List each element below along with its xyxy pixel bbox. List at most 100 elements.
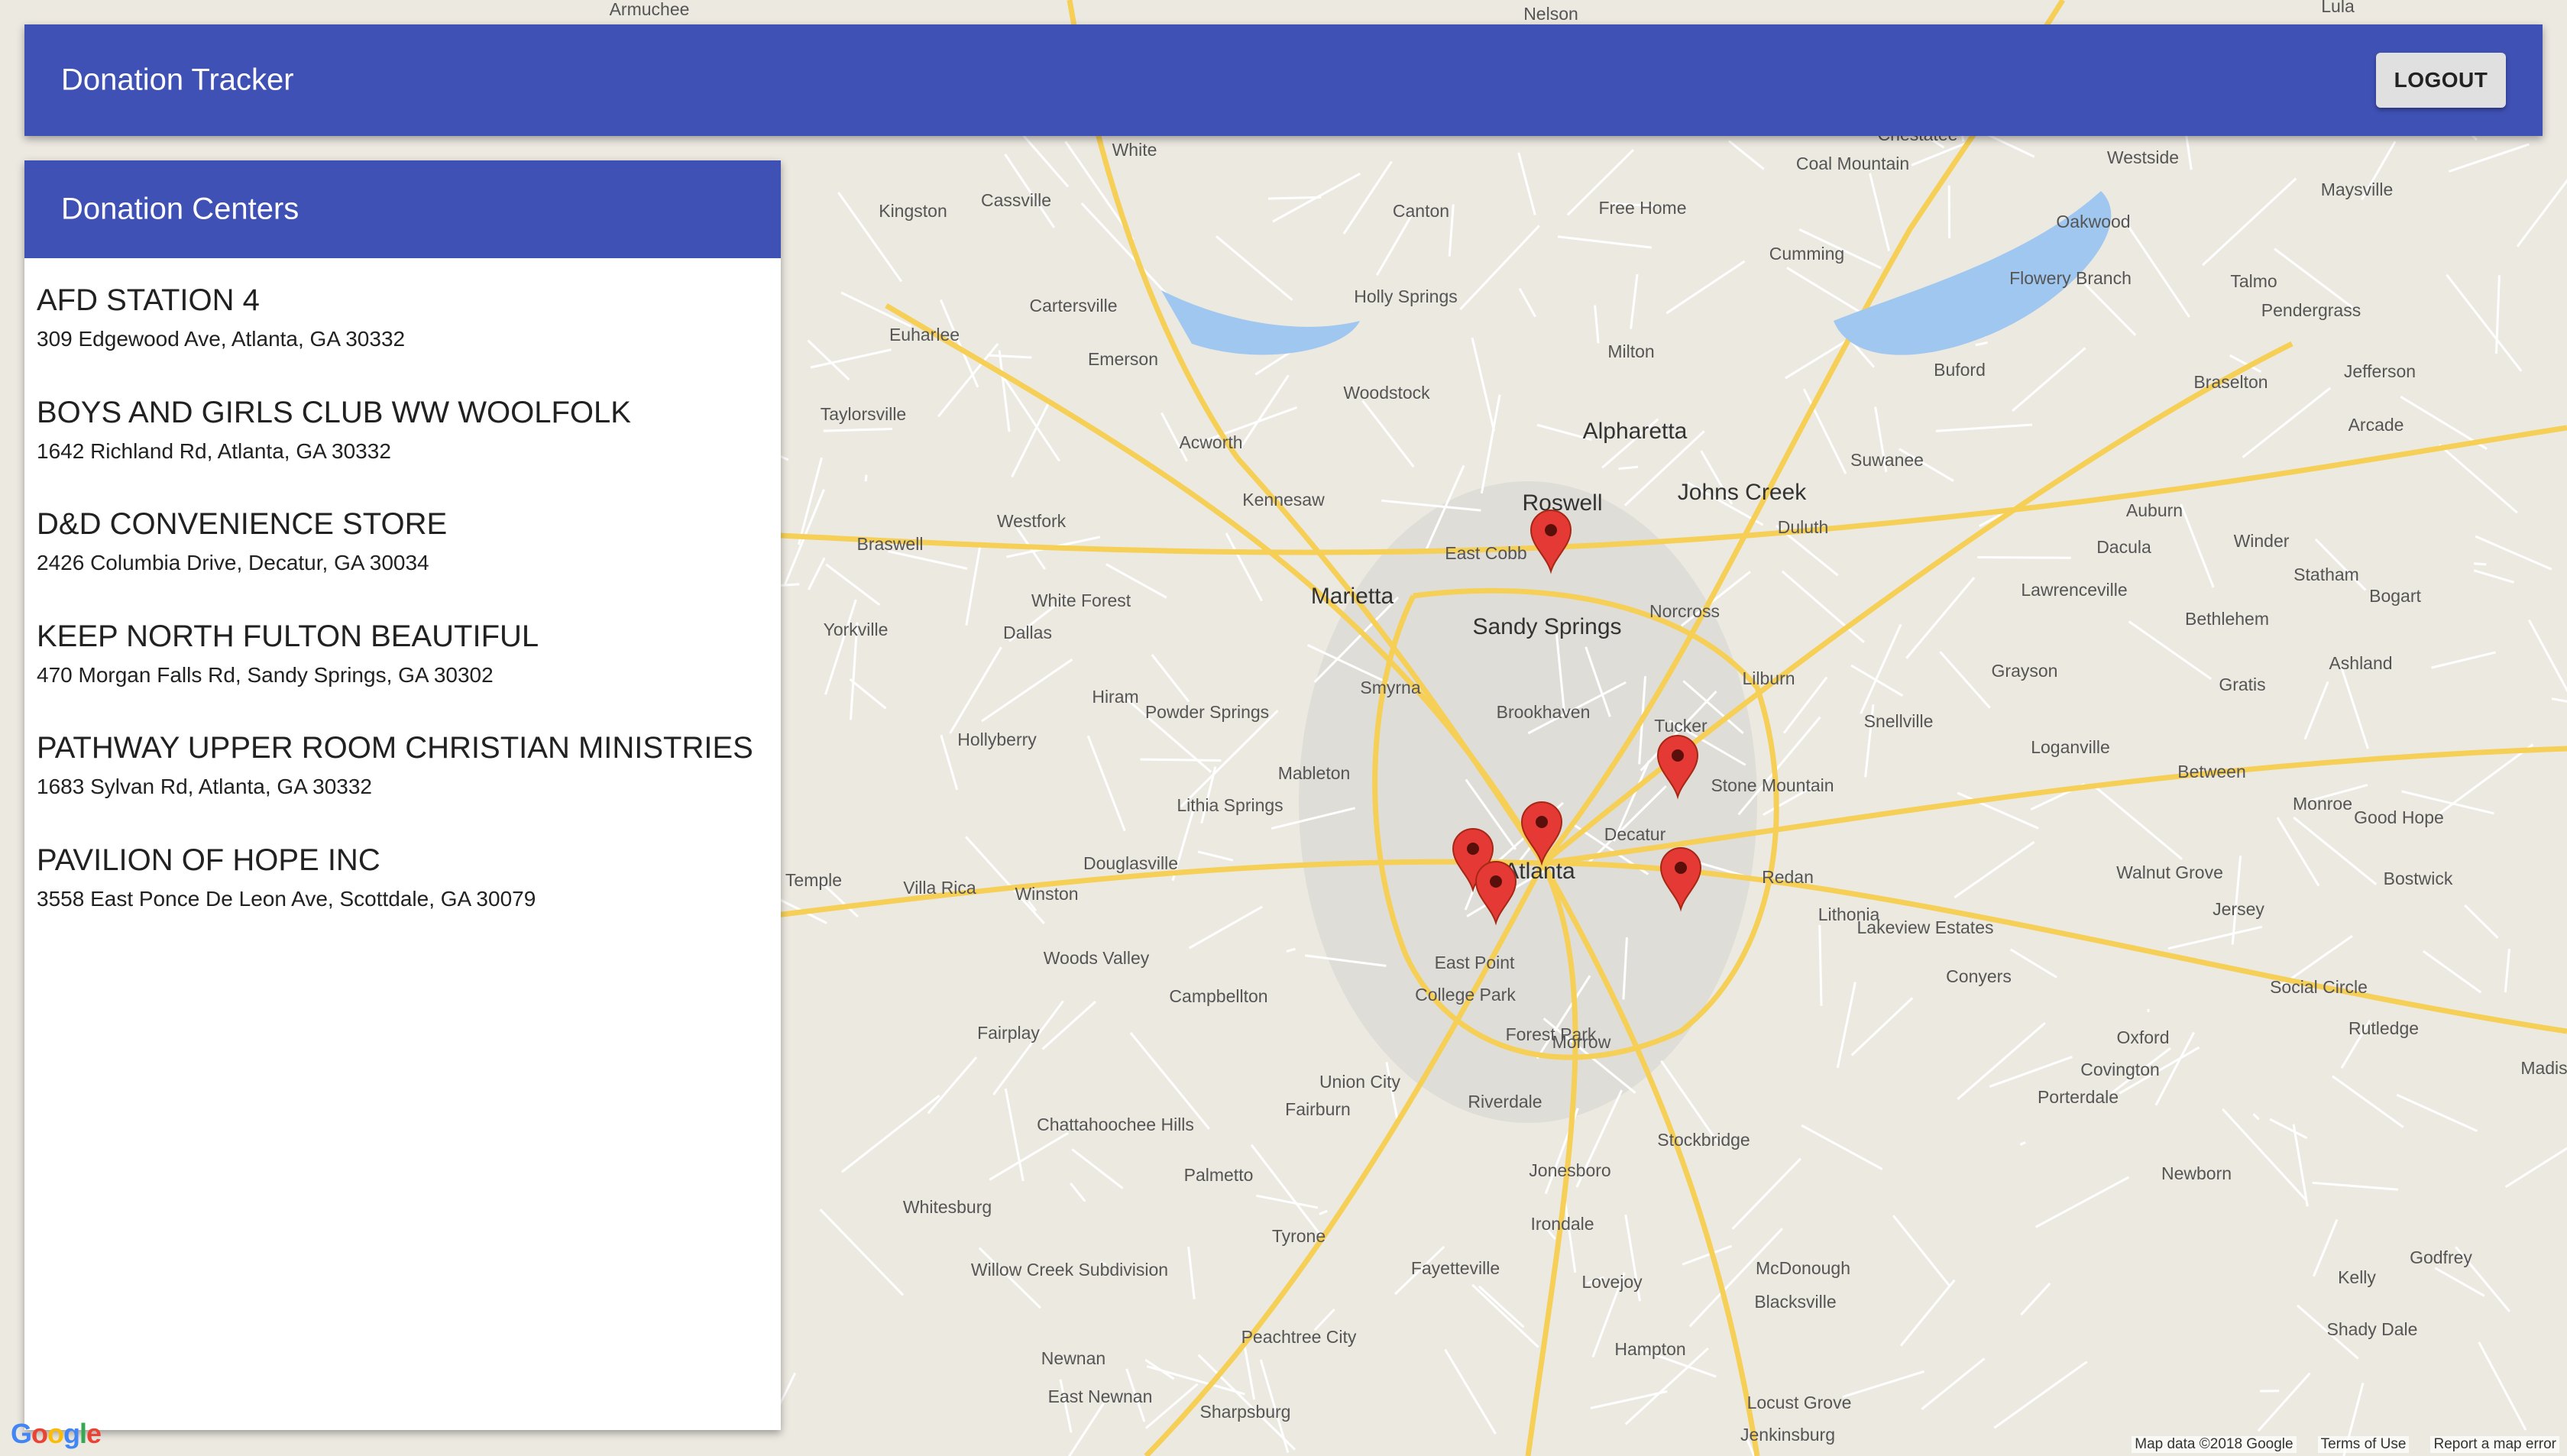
center-address: 309 Edgewood Ave, Atlanta, GA 30332: [37, 327, 406, 351]
place-label: Lawrenceville: [2021, 580, 2127, 600]
report-error-link[interactable]: Report a map error: [2430, 1436, 2559, 1453]
center-name: AFD STATION 4: [37, 283, 260, 317]
place-label: East Cobb: [1445, 543, 1526, 563]
place-label: Jefferson: [2344, 361, 2416, 381]
place-label: Lithia Springs: [1177, 795, 1283, 815]
place-label: Fairplay: [977, 1023, 1040, 1043]
terms-link[interactable]: Terms of Use: [2317, 1436, 2410, 1453]
place-label: Acworth: [1179, 432, 1242, 452]
place-label: Ashland: [2329, 653, 2392, 673]
place-label: Talmo: [2230, 271, 2277, 291]
place-label: Canton: [1393, 201, 1449, 221]
place-label: Powder Springs: [1145, 702, 1269, 722]
map-attribution: Map data ©2018 Google: [2132, 1436, 2297, 1453]
list-item[interactable]: KEEP NORTH FULTON BEAUTIFUL 470 Morgan F…: [24, 611, 781, 723]
place-label: Woods Valley: [1044, 948, 1150, 968]
place-label: White Forest: [1031, 590, 1131, 610]
place-label: Holly Springs: [1354, 286, 1458, 306]
place-label: Tucker: [1654, 716, 1708, 736]
place-label: Fairburn: [1285, 1099, 1351, 1119]
place-label: Emerson: [1088, 349, 1158, 369]
place-label: Jersey: [2213, 899, 2264, 919]
place-label: Willow Creek Subdivision: [971, 1260, 1168, 1280]
place-label: Blacksville: [1754, 1292, 1836, 1312]
place-label: Braswell: [857, 534, 924, 554]
place-label: Taylorsville: [821, 404, 906, 424]
list-item[interactable]: PATHWAY UPPER ROOM CHRISTIAN MINISTRIES …: [24, 723, 781, 835]
place-label: Madis: [2520, 1058, 2567, 1078]
place-label: Lovejoy: [1581, 1272, 1643, 1292]
place-label: Oxford: [2116, 1027, 2169, 1047]
place-label: College Park: [1415, 985, 1516, 1005]
place-label: Roswell: [1522, 490, 1602, 516]
place-label: Stockbridge: [1657, 1130, 1750, 1150]
place-label: Sharpsburg: [1200, 1402, 1291, 1422]
place-label: Douglasville: [1083, 853, 1178, 873]
place-label: Social Circle: [2270, 977, 2368, 997]
place-label: Euharlee: [889, 325, 960, 345]
logout-button[interactable]: LOGOUT: [2376, 53, 2506, 108]
map-footer: Map data ©2018 Google Terms of Use Repor…: [2132, 1436, 2559, 1453]
center-address: 470 Morgan Falls Rd, Sandy Springs, GA 3…: [37, 662, 494, 687]
place-label: Kennesaw: [1242, 490, 1325, 510]
place-label: Tyrone: [1272, 1226, 1326, 1246]
place-label: Mableton: [1278, 763, 1351, 783]
place-label: Whitesburg: [903, 1197, 992, 1217]
place-label: Maysville: [2321, 180, 2394, 199]
center-name: PATHWAY UPPER ROOM CHRISTIAN MINISTRIES: [37, 731, 753, 765]
list-item[interactable]: D&D CONVENIENCE STORE 2426 Columbia Driv…: [24, 499, 781, 611]
place-label: Dacula: [2096, 537, 2151, 557]
place-label: Lakeview Estates: [1857, 917, 1994, 937]
place-label: Grayson: [1992, 661, 2058, 681]
list-item[interactable]: BOYS AND GIRLS CLUB WW WOOLFOLK 1642 Ric…: [24, 387, 781, 500]
place-label: Locust Grove: [1747, 1393, 1852, 1412]
place-label: East Newnan: [1048, 1386, 1153, 1406]
place-label: Loganville: [2031, 737, 2110, 757]
place-label: Shady Dale: [2327, 1319, 2418, 1339]
place-label: Peachtree City: [1241, 1327, 1357, 1347]
place-label: Buford: [1934, 360, 1986, 380]
place-label: Marietta: [1311, 584, 1394, 609]
place-label: Norcross: [1649, 601, 1720, 621]
place-label: McDonough: [1756, 1258, 1850, 1278]
place-label: Suwanee: [1850, 450, 1924, 470]
place-label: Johns Creek: [1678, 480, 1807, 505]
place-label: Westside: [2107, 147, 2179, 167]
place-label: Brookhaven: [1497, 702, 1591, 722]
place-label: Redan: [1762, 867, 1814, 887]
place-label: Free Home: [1598, 198, 1686, 218]
center-name: BOYS AND GIRLS CLUB WW WOOLFOLK: [37, 395, 631, 429]
place-label: Decatur: [1604, 824, 1666, 844]
place-label: Between: [2177, 762, 2246, 781]
place-label: Covington: [2080, 1060, 2160, 1079]
google-logo[interactable]: Google: [11, 1418, 102, 1450]
list-item[interactable]: AFD STATION 4 309 Edgewood Ave, Atlanta,…: [24, 275, 781, 387]
panel-header: Donation Centers: [24, 160, 781, 258]
place-label: Union City: [1319, 1072, 1401, 1092]
place-label: Temple: [785, 870, 842, 890]
place-label: Smyrna: [1360, 678, 1420, 697]
list-item[interactable]: PAVILION OF HOPE INC 3558 East Ponce De …: [24, 835, 781, 947]
place-label: Good Hope: [2354, 807, 2444, 827]
app-title: Donation Tracker: [61, 63, 294, 97]
place-label: Oakwood: [2056, 212, 2130, 231]
place-label: Winston: [1015, 884, 1078, 904]
place-label: Arcade: [2348, 415, 2404, 435]
place-label: Auburn: [2126, 500, 2183, 520]
place-label: Lilburn: [1742, 668, 1795, 688]
place-label: Newborn: [2161, 1163, 2232, 1183]
place-label: Flowery Branch: [2009, 268, 2132, 288]
local-road: [1267, 196, 1322, 200]
place-label: Bogart: [2369, 586, 2421, 606]
place-label: Chattahoochee Hills: [1037, 1115, 1194, 1134]
app-bar: Donation Tracker LOGOUT: [24, 24, 2543, 136]
place-label: Bostwick: [2384, 869, 2453, 888]
donation-centers-panel: Donation Centers AFD STATION 4 309 Edgew…: [24, 160, 781, 1430]
place-label: Winder: [2234, 531, 2290, 551]
place-label: Kelly: [2338, 1267, 2376, 1287]
place-label: Bethlehem: [2185, 609, 2269, 629]
center-address: 1642 Richland Rd, Atlanta, GA 30332: [37, 438, 391, 463]
donation-center-list: AFD STATION 4 309 Edgewood Ave, Atlanta,…: [24, 258, 781, 946]
place-label: Nelson: [1523, 4, 1578, 24]
place-label: White: [1112, 140, 1157, 160]
